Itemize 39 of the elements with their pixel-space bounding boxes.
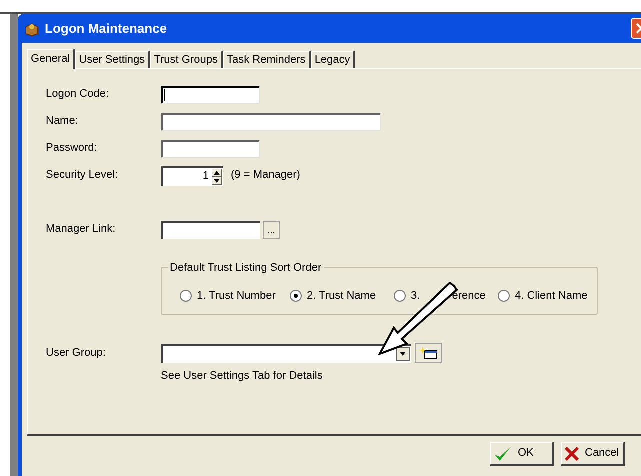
- radio-button[interactable]: [394, 290, 406, 302]
- field-label: Password:: [46, 141, 98, 156]
- note-text: See User Settings Tab for Details: [161, 369, 324, 384]
- field-label: Security Level:: [46, 168, 120, 184]
- radio-button[interactable]: [498, 290, 510, 302]
- group-title: Default Trust Listing Sort Order: [168, 260, 324, 276]
- radio-label: erence: [452, 288, 486, 304]
- cross-icon: [565, 446, 579, 460]
- radio-label: 1. Trust Number: [197, 288, 276, 304]
- field-label: Logon Code:: [46, 87, 110, 102]
- tab[interactable]: General: [27, 49, 76, 69]
- radio-label: 2. Trust Name: [307, 288, 376, 304]
- input-field[interactable]: [161, 220, 260, 238]
- ok-button[interactable]: OK: [490, 442, 554, 466]
- field-label: Manager Link:: [46, 222, 117, 238]
- browse-button[interactable]: ...: [263, 220, 280, 238]
- input-field[interactable]: [161, 112, 381, 130]
- app-icon: [24, 20, 40, 36]
- check-icon: [494, 446, 512, 462]
- field-label: User Group:: [46, 346, 107, 361]
- dropdown-field[interactable]: [161, 344, 411, 362]
- radio-button[interactable]: [180, 290, 192, 302]
- input-field[interactable]: [161, 86, 260, 104]
- new-window-icon: [418, 346, 438, 360]
- radio-label: 3.: [411, 288, 420, 304]
- spinner-field[interactable]: 1: [161, 166, 223, 186]
- radio-label: 4. Client Name: [515, 288, 588, 304]
- field-label: Name:: [46, 114, 80, 130]
- tab[interactable]: User Settings: [75, 51, 150, 68]
- spinner-arrows-icon[interactable]: [212, 168, 222, 184]
- new-group-button[interactable]: [415, 343, 442, 363]
- tab[interactable]: Legacy: [310, 51, 356, 68]
- window-title: Logon Maintenance: [45, 20, 168, 38]
- input-field[interactable]: [161, 140, 260, 158]
- tab[interactable]: Task Reminders: [222, 51, 311, 68]
- tab[interactable]: Trust Groups: [150, 51, 223, 68]
- hint-text: (9 = Manager): [231, 168, 300, 184]
- cancel-button[interactable]: Cancel: [561, 442, 625, 466]
- radio-button[interactable]: [290, 290, 302, 302]
